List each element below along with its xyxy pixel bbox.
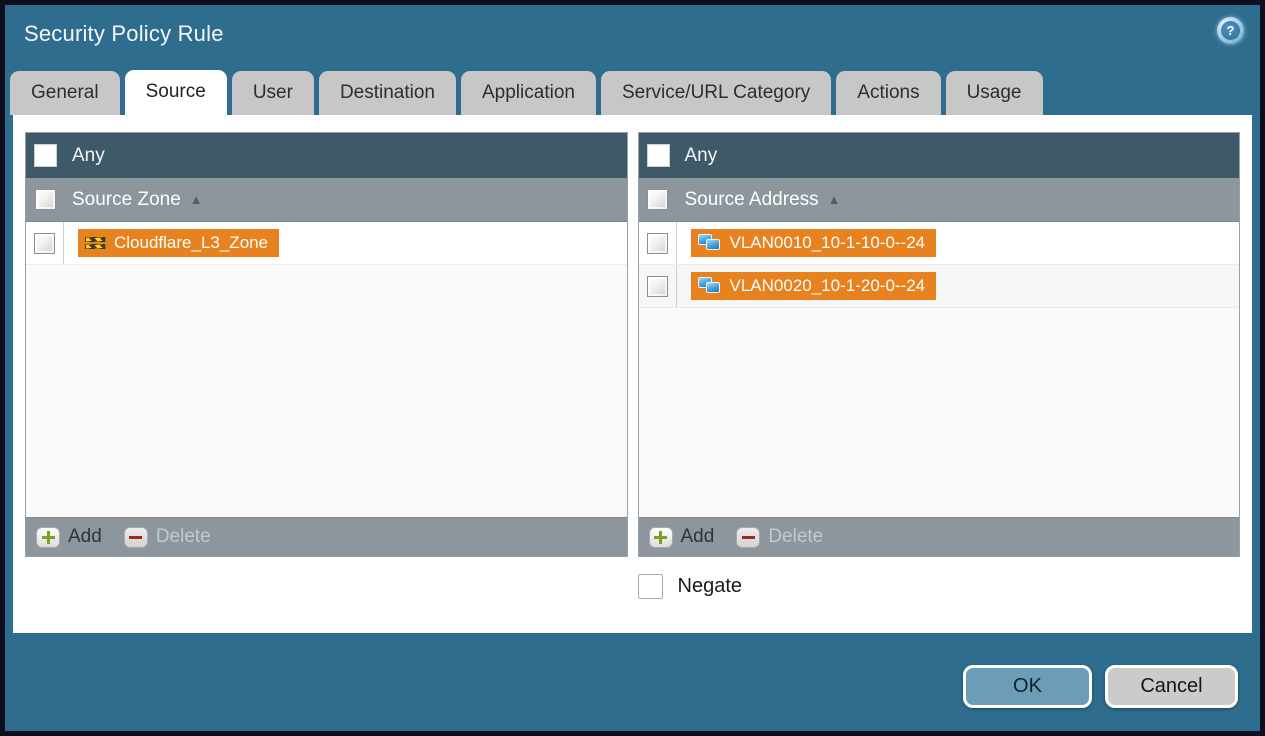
negate-row: Negate	[637, 574, 1241, 599]
source-zone-any-row: Any	[26, 133, 627, 178]
delete-address-button[interactable]: Delete	[736, 526, 823, 548]
tab-source[interactable]: Source	[124, 70, 227, 115]
add-zone-button[interactable]: Add	[36, 526, 102, 548]
table-row: Cloudflare_L3_Zone	[26, 222, 627, 265]
source-address-column-header[interactable]: Source Address ▲	[638, 178, 1239, 222]
tab-bar: General Source User Destination Applicat…	[5, 63, 1260, 115]
row-checkbox[interactable]	[646, 232, 668, 254]
row-checkbox[interactable]	[646, 275, 668, 297]
source-address-any-row: Any	[638, 133, 1239, 178]
address-icon	[697, 233, 722, 252]
ok-button[interactable]: OK	[963, 665, 1092, 708]
source-zone-any-label: Any	[72, 144, 105, 166]
add-icon	[648, 526, 673, 548]
source-address-panel: Any Source Address ▲ VLAN0010_10-1-10-0-…	[637, 132, 1240, 557]
sort-ascending-icon[interactable]: ▲	[828, 192, 841, 207]
source-address-column-label: Source Address	[684, 188, 819, 210]
source-address-selectall-checkbox[interactable]	[647, 189, 668, 210]
source-zone-selectall-checkbox[interactable]	[34, 189, 56, 210]
source-zone-panel: Any Source Zone ▲ Cloudflare_L3_Zone Add…	[25, 132, 628, 557]
tab-user[interactable]: User	[231, 71, 314, 115]
help-glyph: ?	[1221, 21, 1240, 40]
zone-icon	[85, 235, 106, 251]
table-row: VLAN0020_10-1-20-0--24	[638, 265, 1239, 308]
add-icon	[36, 526, 60, 548]
source-address-rows: VLAN0010_10-1-10-0--24 VLAN0020_10-1-20-…	[638, 222, 1239, 517]
add-address-button[interactable]: Add	[648, 526, 714, 548]
negate-label: Negate	[677, 575, 743, 597]
negate-checkbox[interactable]	[637, 574, 663, 599]
title-bar: Security Policy Rule ?	[5, 5, 1260, 63]
delete-icon	[123, 526, 148, 548]
table-row: VLAN0010_10-1-10-0--24	[638, 222, 1239, 265]
security-policy-rule-dialog: Security Policy Rule ? General Source Us…	[5, 5, 1260, 731]
help-icon[interactable]: ?	[1217, 17, 1244, 44]
cancel-button[interactable]: Cancel	[1105, 665, 1238, 708]
address-name: VLAN0020_10-1-20-0--24	[729, 275, 926, 295]
dialog-footer: OK Cancel	[5, 634, 1260, 731]
zone-name: Cloudflare_L3_Zone	[114, 232, 269, 252]
tab-general[interactable]: General	[10, 71, 120, 115]
address-chip[interactable]: VLAN0020_10-1-20-0--24	[690, 271, 937, 301]
tab-actions[interactable]: Actions	[836, 71, 941, 115]
tab-application[interactable]: Application	[461, 71, 596, 115]
source-zone-rows: Cloudflare_L3_Zone	[26, 222, 627, 517]
row-checkbox[interactable]	[34, 232, 55, 254]
address-name: VLAN0010_10-1-10-0--24	[729, 232, 926, 252]
source-address-any-label: Any	[684, 144, 718, 166]
source-zone-column-label: Source Zone	[72, 188, 181, 210]
sort-ascending-icon[interactable]: ▲	[190, 192, 203, 207]
delete-zone-button[interactable]: Delete	[123, 526, 211, 548]
tab-usage[interactable]: Usage	[945, 71, 1043, 115]
address-icon	[697, 276, 722, 295]
dialog-title: Security Policy Rule	[24, 21, 224, 46]
source-zone-any-checkbox[interactable]	[34, 144, 57, 167]
tab-service-url-category[interactable]: Service/URL Category	[600, 71, 832, 115]
source-zone-footer: Add Delete	[26, 517, 627, 556]
source-address-any-checkbox[interactable]	[646, 144, 670, 167]
source-address-footer: Add Delete	[638, 517, 1239, 556]
delete-icon	[736, 526, 761, 548]
tab-destination[interactable]: Destination	[318, 71, 456, 115]
source-zone-column-header[interactable]: Source Zone ▲	[26, 178, 627, 222]
zone-chip[interactable]: Cloudflare_L3_Zone	[78, 228, 280, 258]
address-chip[interactable]: VLAN0010_10-1-10-0--24	[690, 228, 937, 258]
source-tab-content: Any Source Zone ▲ Cloudflare_L3_Zone Add…	[13, 115, 1252, 633]
